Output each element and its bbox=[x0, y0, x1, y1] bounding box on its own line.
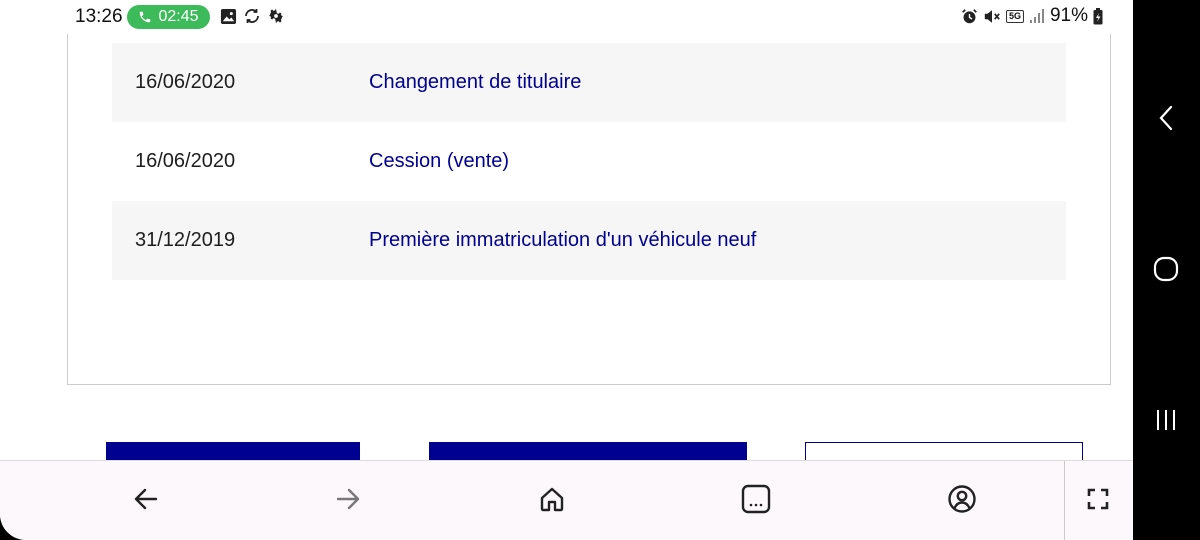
forward-button[interactable] bbox=[328, 479, 368, 519]
nav-home-button[interactable] bbox=[1146, 249, 1186, 289]
gallery-icon bbox=[220, 8, 237, 24]
status-bar: 13:26 02:45 5G 91% bbox=[0, 0, 1133, 34]
nav-back-button[interactable] bbox=[1146, 98, 1186, 138]
fullscreen-button[interactable] bbox=[1078, 479, 1118, 519]
arrow-left-icon bbox=[134, 488, 158, 510]
back-chevron-icon bbox=[1159, 105, 1173, 131]
event-date: 31/12/2019 bbox=[135, 229, 236, 251]
sync-icon bbox=[245, 9, 259, 23]
action-button-2[interactable] bbox=[429, 442, 747, 462]
profile-button[interactable] bbox=[942, 479, 982, 519]
alarm-icon bbox=[962, 8, 977, 23]
event-date: 16/06/2020 bbox=[135, 71, 236, 93]
history-card: 16/06/2020 Changement de titulaire 16/06… bbox=[67, 34, 1111, 385]
arrow-right-icon bbox=[336, 488, 360, 510]
battery-charging-icon bbox=[1093, 7, 1103, 24]
tabs-button[interactable] bbox=[736, 479, 776, 519]
phone-icon bbox=[140, 11, 151, 23]
home-circle-icon bbox=[1153, 256, 1179, 282]
table-row: 31/12/2019 Première immatriculation d'un… bbox=[112, 201, 1066, 280]
event-label: Changement de titulaire bbox=[369, 71, 582, 93]
table-row: 16/06/2020 Changement de titulaire bbox=[112, 43, 1066, 122]
call-indicator[interactable]: 02:45 bbox=[127, 5, 210, 29]
settings-gear-icon bbox=[269, 8, 283, 24]
status-time: 13:26 bbox=[75, 6, 123, 27]
home-icon bbox=[540, 487, 564, 512]
system-icons: 5G 91% bbox=[961, 5, 1103, 27]
event-label: Cession (vente) bbox=[369, 150, 510, 172]
home-button[interactable] bbox=[532, 479, 572, 519]
action-button-3[interactable] bbox=[805, 442, 1083, 462]
recents-icon bbox=[1157, 410, 1175, 430]
nav-recents-button[interactable] bbox=[1146, 400, 1186, 440]
mute-vibrate-icon bbox=[984, 9, 1000, 23]
back-button[interactable] bbox=[126, 479, 166, 519]
notification-icons bbox=[220, 7, 285, 25]
browser-screen: 13:26 02:45 5G 91% 16/06/2020 Changement… bbox=[0, 0, 1133, 540]
table-row: 16/06/2020 Cession (vente) bbox=[112, 122, 1066, 201]
fullscreen-icon bbox=[1087, 488, 1109, 510]
call-timer: 02:45 bbox=[158, 8, 199, 25]
battery-percent: 91% bbox=[1049, 5, 1088, 26]
action-button-1[interactable] bbox=[106, 442, 360, 462]
system-nav-bar bbox=[1133, 0, 1200, 540]
browser-toolbar bbox=[0, 460, 1133, 540]
toolbar-divider bbox=[1064, 461, 1065, 540]
event-label: Première immatriculation d'un véhicule n… bbox=[369, 229, 757, 251]
network-5g-badge: 5G bbox=[1005, 9, 1024, 23]
event-date: 16/06/2020 bbox=[135, 150, 236, 172]
signal-icon bbox=[1029, 9, 1044, 23]
profile-icon bbox=[948, 485, 976, 513]
tabs-icon bbox=[741, 484, 771, 514]
